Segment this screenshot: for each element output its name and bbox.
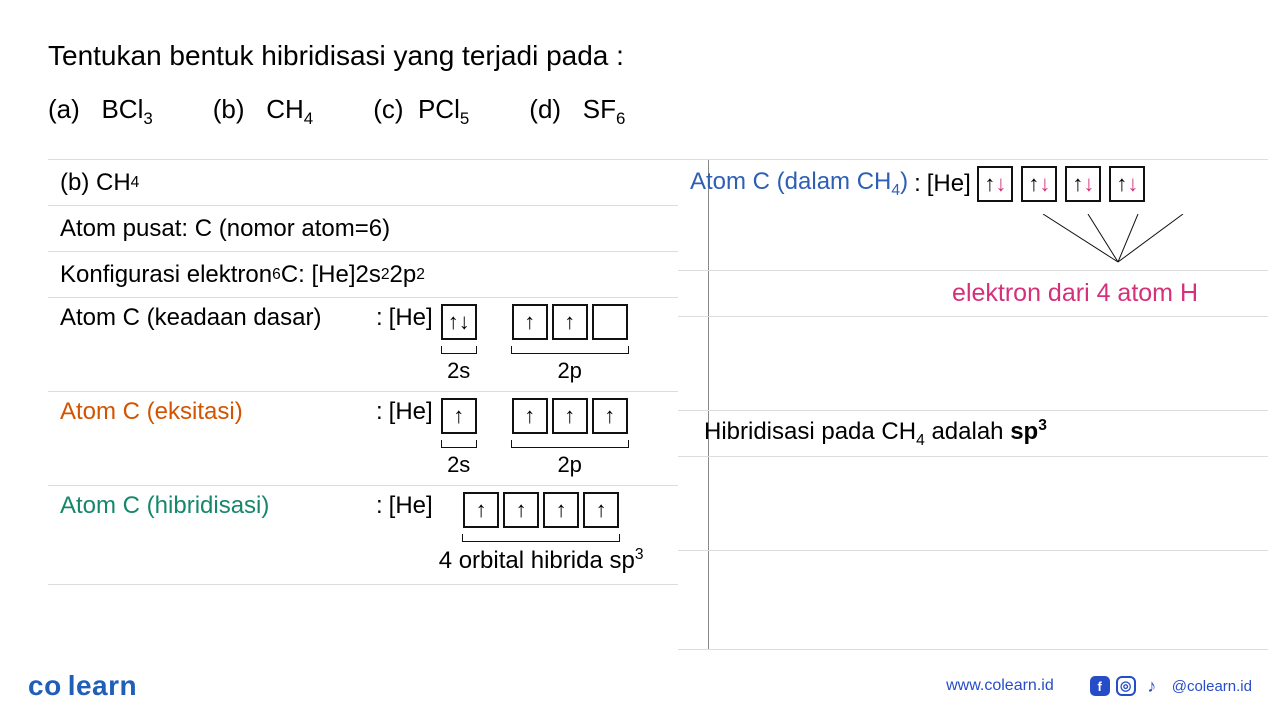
selected-answer: (b) CH4: [48, 159, 678, 205]
orbital-box: ↑↓: [441, 304, 477, 340]
brand-logo: colearn: [28, 670, 137, 702]
electron-config: Konfigurasi elektron 6 C: [He]2s2 2p2: [48, 251, 678, 297]
bonded-atom-row: Atom C (dalam CH4) : [He] ↑↓ ↑↓ ↑↓ ↑↓: [678, 159, 1268, 208]
orbital-box: ↑: [552, 304, 588, 340]
option-d: (d) SF6: [529, 94, 625, 129]
convergence-row: [678, 208, 1268, 270]
orbital-box: ↑↓: [1021, 166, 1057, 202]
orbital-box: ↑: [512, 304, 548, 340]
spacer: [678, 456, 1268, 550]
orbital-box: ↑: [592, 398, 628, 434]
social-handle: @colearn.id: [1172, 678, 1252, 695]
orbital-box: [592, 304, 628, 340]
answer-options: (a) BCl3 (b) CH4 (c) PCl5 (d) SF6: [48, 94, 1250, 129]
orbital-box: ↑: [583, 492, 619, 528]
orbital-box: ↑: [463, 492, 499, 528]
instagram-icon: ◎: [1116, 676, 1136, 696]
spacer: [678, 550, 1268, 650]
option-a: (a) BCl3: [48, 94, 153, 129]
spacer: [678, 316, 1268, 410]
orbital-box: ↑: [512, 398, 548, 434]
hybridization-row: Atom C (hibridisasi) : [He] ↑ ↑ ↑ ↑ 4 or: [48, 485, 678, 585]
website-url: www.colearn.id: [946, 677, 1054, 695]
convergence-lines-icon: [1028, 214, 1208, 264]
orbital-box: ↑↓: [1109, 166, 1145, 202]
orbital-box: ↑: [441, 398, 477, 434]
central-atom: Atom pusat: C (nomor atom=6): [48, 205, 678, 251]
ground-state-row: Atom C (keadaan dasar) : [He] ↑↓ 2s ↑: [48, 297, 678, 391]
orbital-box: ↑: [552, 398, 588, 434]
orbital-box: ↑↓: [977, 166, 1013, 202]
question-title: Tentukan bentuk hibridisasi yang terjadi…: [48, 40, 1250, 72]
orbital-box: ↑: [543, 492, 579, 528]
excited-state-row: Atom C (eksitasi) : [He] ↑ 2s ↑: [48, 391, 678, 485]
orbital-box: ↑: [503, 492, 539, 528]
footer: colearn www.colearn.id f ◎ ♪ @colearn.id: [0, 670, 1280, 702]
tiktok-icon: ♪: [1142, 676, 1162, 696]
option-b: (b) CH4: [213, 94, 313, 129]
facebook-icon: f: [1090, 676, 1110, 696]
electrons-note: elektron dari 4 atom H: [678, 270, 1268, 316]
orbital-box: ↑↓: [1065, 166, 1101, 202]
hybridization-result: Hibridisasi pada CH4 adalah sp3: [678, 410, 1268, 456]
option-c: (c) PCl5: [373, 94, 469, 129]
